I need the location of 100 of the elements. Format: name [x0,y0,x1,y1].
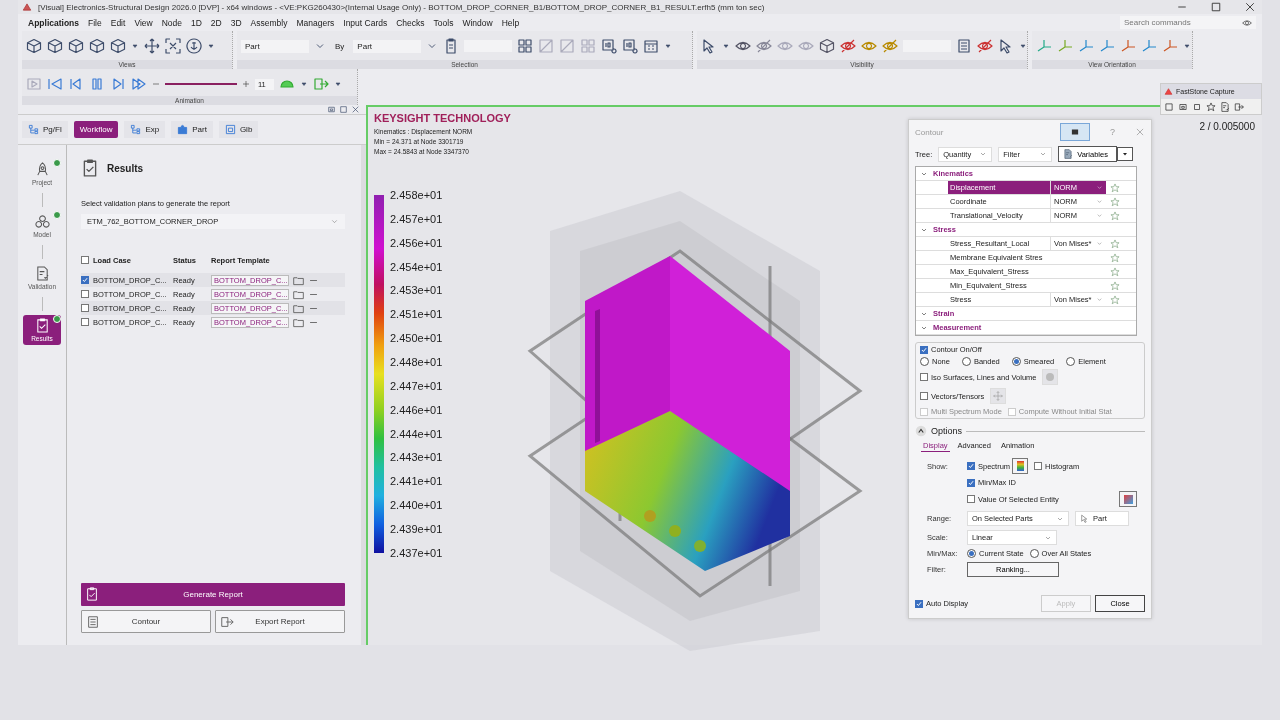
axis-icon[interactable] [1162,38,1178,54]
folder-icon[interactable] [293,316,304,328]
star-icon[interactable] [1110,252,1120,263]
menu-item[interactable]: Assembly [250,17,288,28]
maximize-icon[interactable] [1210,1,1222,13]
entity-pick-button[interactable] [1119,491,1137,507]
cube-icon[interactable] [47,38,63,54]
checkbox[interactable] [920,392,928,400]
caret-icon[interactable] [333,80,342,88]
tab[interactable]: Pg/Fl [22,121,68,138]
checkbox[interactable] [915,599,923,608]
pause-icon[interactable] [89,76,105,92]
menu-item[interactable]: Applications [28,17,79,28]
checkbox[interactable] [920,345,928,354]
checkbox[interactable] [81,318,89,326]
folder-icon[interactable] [293,288,304,300]
list-icon[interactable] [956,38,972,54]
tab[interactable]: Part [171,121,213,138]
folder-icon[interactable] [293,302,304,314]
id-icon[interactable] [601,38,618,54]
checkbox[interactable] [81,290,89,298]
document-icon[interactable] [1220,102,1230,112]
plus-icon[interactable] [242,80,250,88]
checkbox[interactable] [1034,462,1043,470]
dropdown[interactable]: By [331,39,349,53]
checkbox[interactable] [81,276,89,284]
caret-icon[interactable] [1183,42,1191,50]
checkbox[interactable] [81,304,89,312]
cube-icon[interactable] [110,38,126,54]
star-icon[interactable] [1110,280,1120,291]
menu-item[interactable]: File [88,17,102,28]
menu-item[interactable]: View [134,17,153,28]
axis-icon[interactable] [1099,38,1115,54]
window-icon[interactable] [1164,102,1174,112]
action-button[interactable]: Generate Report [81,583,345,606]
step-back-icon[interactable] [68,76,84,92]
checkbox[interactable] [967,478,975,487]
caret-icon[interactable] [1019,42,1027,50]
menu-item[interactable]: Checks [396,17,425,28]
star-icon[interactable] [1110,238,1120,249]
menu-item[interactable]: Node [161,17,182,28]
axis-icon[interactable] [1120,38,1136,54]
menu-item[interactable]: Tools [433,17,454,28]
radio-button[interactable] [961,357,971,366]
menu-item[interactable]: 2D [210,17,222,28]
checkbox[interactable] [81,256,89,264]
action-button[interactable]: Export Report [215,610,345,633]
close-icon[interactable] [351,105,360,114]
radio-button[interactable] [920,357,929,366]
window-icon[interactable] [1178,102,1188,112]
checkbox[interactable] [920,373,928,381]
fit-icon[interactable] [165,38,181,54]
collapse-icon[interactable] [915,425,927,437]
star-icon[interactable] [1110,182,1120,193]
skip-start-icon[interactable] [47,76,63,92]
tab[interactable]: Workflow [73,121,119,138]
axis-icon[interactable] [1141,38,1157,54]
star-icon[interactable] [1110,196,1120,207]
pin-button[interactable] [1060,123,1090,141]
eye-slash-icon[interactable] [840,38,856,54]
dropdown[interactable]: Part [353,39,422,53]
action-button[interactable]: Contour [81,610,211,633]
spectrum-button[interactable] [1012,458,1029,474]
radio-button[interactable] [1066,357,1076,366]
axis-icon[interactable] [1078,38,1094,54]
radio-button[interactable] [967,549,976,558]
caret-icon[interactable] [207,42,215,50]
grid-icon[interactable] [517,38,534,54]
checkbox[interactable] [967,495,975,503]
caret-icon[interactable] [722,42,730,50]
dropdown[interactable]: Part [241,39,309,53]
star-icon[interactable] [1110,210,1120,221]
eye-slash-icon[interactable] [977,38,993,54]
pin-icon[interactable] [327,105,336,114]
id-icon[interactable] [622,38,639,54]
move-icon[interactable] [144,38,160,54]
star-icon[interactable] [1110,294,1120,305]
skip-end-icon[interactable] [131,76,147,92]
region-icon[interactable] [1192,102,1202,112]
eye-slash-icon[interactable] [756,38,772,54]
cube-icon[interactable] [819,38,835,54]
radio-button[interactable] [1011,357,1021,366]
caret-icon[interactable] [664,42,673,50]
tab[interactable]: Exp [124,121,166,138]
radio-button[interactable] [1029,549,1039,558]
tab[interactable]: Glb [218,121,259,138]
eye-slash-icon[interactable] [882,38,898,54]
restore-icon[interactable] [339,105,348,114]
checkbox[interactable] [967,462,975,470]
cube-icon[interactable] [68,38,84,54]
menu-item[interactable]: Help [501,17,520,28]
search-field[interactable]: Search commands [1120,16,1256,29]
menu-item[interactable]: 3D [230,17,242,28]
caret-icon[interactable] [131,42,139,50]
calendar-icon[interactable] [643,38,660,54]
menu-item[interactable]: Window [462,17,493,28]
folder-icon[interactable] [293,274,304,286]
menu-item[interactable]: Input Cards [343,17,388,28]
cube-icon[interactable] [89,38,105,54]
anchor-icon[interactable] [186,38,202,54]
